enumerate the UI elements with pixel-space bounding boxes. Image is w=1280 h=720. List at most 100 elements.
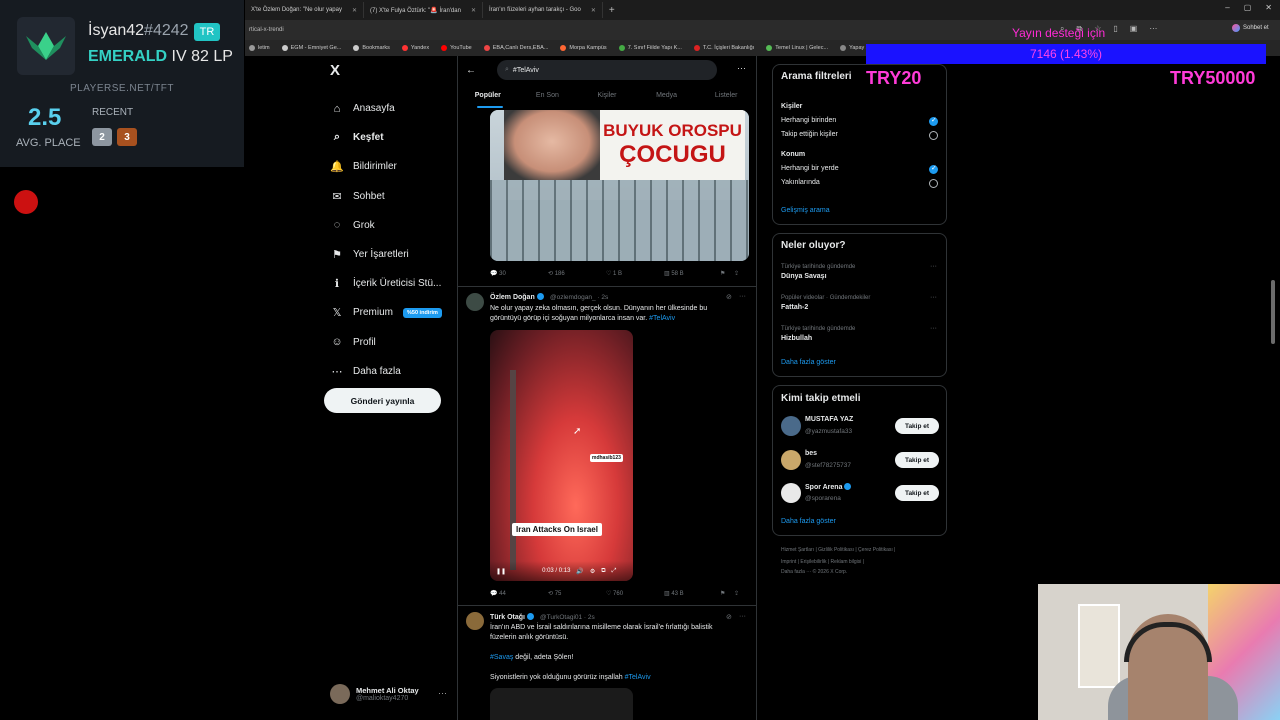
tweet-grok-icon[interactable]: ⊘ xyxy=(726,613,732,621)
maximize-icon[interactable]: ▢ xyxy=(1244,3,1252,12)
sidebar-item-profile[interactable]: ☺ Profil xyxy=(330,328,442,357)
radio-anywhere[interactable] xyxy=(929,164,938,174)
tweet-video[interactable]: mdhasib123 Iran Attacks On Israel ❚❚ 0:0… xyxy=(490,330,633,581)
bookmark[interactable]: Morpa Kampüs xyxy=(560,45,607,51)
footer-links[interactable]: Hizmet Şartları | Gizlilik Politikası | … xyxy=(781,547,895,553)
tweet-more-icon[interactable]: ··· xyxy=(739,293,746,300)
fullscreen-icon[interactable]: ⤢ xyxy=(612,568,617,575)
radio-following[interactable] xyxy=(929,131,938,140)
bookmark[interactable]: Yandex xyxy=(401,45,429,51)
volume-icon[interactable]: 🔊 xyxy=(576,568,583,575)
repost-button[interactable]: ⟲ 75 xyxy=(548,590,606,597)
trend-more-icon[interactable]: ··· xyxy=(930,294,937,301)
sidebar-item-explore[interactable]: ⌕ Keşfet xyxy=(330,123,442,152)
tweet-author[interactable]: Özlem Doğan xyxy=(490,293,544,301)
avatar[interactable] xyxy=(466,612,484,630)
avatar[interactable] xyxy=(466,293,484,311)
search-more-icon[interactable]: ··· xyxy=(737,63,746,73)
radio-anyone[interactable] xyxy=(929,116,938,126)
filter-option-anyone[interactable]: Herhangi birinden xyxy=(781,117,836,124)
views-button[interactable]: ▥ 43 B xyxy=(664,590,720,597)
bookmark[interactable]: letim xyxy=(249,45,270,51)
tweet-image[interactable] xyxy=(490,688,633,720)
trends-show-more-link[interactable]: Daha fazla göster xyxy=(781,359,836,366)
repost-button[interactable]: ⟲ 186 xyxy=(548,270,606,277)
avatar[interactable] xyxy=(781,416,801,436)
sidebar-item-more[interactable]: ⋯ Daha fazla xyxy=(330,357,442,386)
share-icon[interactable]: ⇪ xyxy=(734,590,739,597)
collections-icon[interactable]: ▣ xyxy=(1130,24,1138,34)
like-button[interactable]: ♡ 1 B xyxy=(606,270,664,277)
post-button[interactable]: Gönderi yayınla xyxy=(324,388,441,413)
bookmark[interactable]: T.C. İçişleri Bakanlığı xyxy=(693,45,754,51)
hashtag-link[interactable]: #TelAviv xyxy=(649,315,675,322)
close-tab-icon[interactable]: ✕ xyxy=(591,7,596,14)
bookmark[interactable]: YouTube xyxy=(441,45,472,51)
browser-tab[interactable]: İran'ın füzeleri ayhan tarakçı - Goo ✕ xyxy=(483,2,603,18)
page-scrollbar[interactable] xyxy=(1271,280,1275,344)
avatar[interactable] xyxy=(781,483,801,503)
sidebar-item-notifications[interactable]: 🔔 Bildirimler xyxy=(330,152,442,181)
account-more-icon[interactable]: ··· xyxy=(438,688,447,698)
reply-button[interactable]: 💬 30 xyxy=(490,270,548,277)
minimize-icon[interactable]: – xyxy=(1225,3,1229,12)
bookmark[interactable]: 7. Sınıf Fiilde Yapı K... xyxy=(618,45,682,51)
close-tab-icon[interactable]: ✕ xyxy=(352,7,357,14)
split-icon[interactable]: ▯ xyxy=(1113,24,1117,34)
suggested-user-name[interactable]: MUSTAFA YAZ xyxy=(805,416,853,423)
hashtag-link[interactable]: #Savaş xyxy=(490,654,513,661)
who-show-more-link[interactable]: Daha fazla göster xyxy=(781,518,836,525)
browser-tab[interactable]: X'te Özlem Doğan: "Ne olur yapay ✕ xyxy=(245,2,365,18)
trend-name[interactable]: Dünya Savaşı xyxy=(781,273,827,280)
views-button[interactable]: ▥ 58 B xyxy=(664,270,720,277)
tweet-more-icon[interactable]: ··· xyxy=(739,613,746,620)
hashtag-link[interactable]: #TelAviv xyxy=(625,674,651,681)
trend-more-icon[interactable]: ··· xyxy=(930,263,937,270)
bookmark-icon[interactable]: ⚑ xyxy=(720,590,734,597)
tab-popular[interactable]: Popüler xyxy=(458,88,518,108)
sidebar-item-creator-studio[interactable]: ℹ İçerik Üreticisi Stü... xyxy=(330,269,442,298)
tab-media[interactable]: Medya xyxy=(637,88,697,108)
filter-option-following[interactable]: Takip ettiğin kişiler xyxy=(781,131,838,138)
tweet-handle[interactable]: @TurkOtagi01 · 2s xyxy=(540,614,595,621)
tab-lists[interactable]: Listeler xyxy=(696,88,756,108)
footer-links[interactable]: Daha fazla ··· © 2026 X Corp. xyxy=(781,569,847,575)
bookmark[interactable]: EBA,Canlı Ders,EBA... xyxy=(483,45,548,51)
browser-tab[interactable]: (7) X'te Fulya Öztürk: "🚨 İran'dan ✕ xyxy=(364,2,483,18)
bookmark[interactable]: EGM - Emniyet Ge... xyxy=(281,45,341,51)
trend-name[interactable]: Fattah-2 xyxy=(781,304,808,311)
close-tab-icon[interactable]: ✕ xyxy=(471,7,476,14)
bookmark-icon[interactable]: ⚑ xyxy=(720,270,734,277)
sidebar-item-premium[interactable]: 𝕏 Premium %50 indirim xyxy=(330,298,442,327)
trend-more-icon[interactable]: ··· xyxy=(930,325,937,332)
tweet-grok-icon[interactable]: ⊘ xyxy=(726,293,732,301)
tab-latest[interactable]: En Son xyxy=(518,88,578,108)
tweet-handle[interactable]: @ozlemdogan_ · 2s xyxy=(550,294,608,301)
account-switcher[interactable]: Mehmet Ali Oktay @malioktay4270 xyxy=(330,684,419,704)
advanced-search-link[interactable]: Gelişmiş arama xyxy=(781,207,830,214)
tweet-author[interactable]: Türk Otağı xyxy=(490,613,535,621)
radio-near[interactable] xyxy=(929,179,938,188)
follow-button[interactable]: Takip et xyxy=(895,485,939,501)
reply-button[interactable]: 💬 44 xyxy=(490,590,548,597)
avatar[interactable] xyxy=(781,450,801,470)
close-window-icon[interactable]: ✕ xyxy=(1265,3,1272,12)
copilot-button[interactable]: Sohbet et xyxy=(1232,24,1269,32)
sidebar-item-bookmarks[interactable]: ⚑ Yer İşaretleri xyxy=(330,240,442,269)
follow-button[interactable]: Takip et xyxy=(895,418,939,434)
like-button[interactable]: ♡ 760 xyxy=(606,590,664,597)
pause-icon[interactable]: ❚❚ xyxy=(496,568,506,575)
suggested-user-name[interactable]: bes xyxy=(805,450,817,457)
new-tab-button[interactable]: + xyxy=(603,2,621,18)
back-arrow-icon[interactable]: ← xyxy=(466,65,476,76)
settings-icon[interactable]: ⚙ xyxy=(590,568,595,575)
follow-button[interactable]: Takip et xyxy=(895,452,939,468)
tab-people[interactable]: Kişiler xyxy=(577,88,637,108)
x-logo-icon[interactable]: X xyxy=(330,62,340,79)
share-icon[interactable]: ⇪ xyxy=(734,270,739,277)
filter-option-anywhere[interactable]: Herhangi bir yerde xyxy=(781,165,839,172)
bookmark[interactable]: Bookmarks xyxy=(353,45,390,51)
trend-name[interactable]: Hizbullah xyxy=(781,335,812,342)
tweet-image[interactable]: BUYUK OROSPU ÇOCUGU xyxy=(490,110,749,261)
bookmark[interactable]: Temel Linux | Gelec... xyxy=(766,45,828,51)
